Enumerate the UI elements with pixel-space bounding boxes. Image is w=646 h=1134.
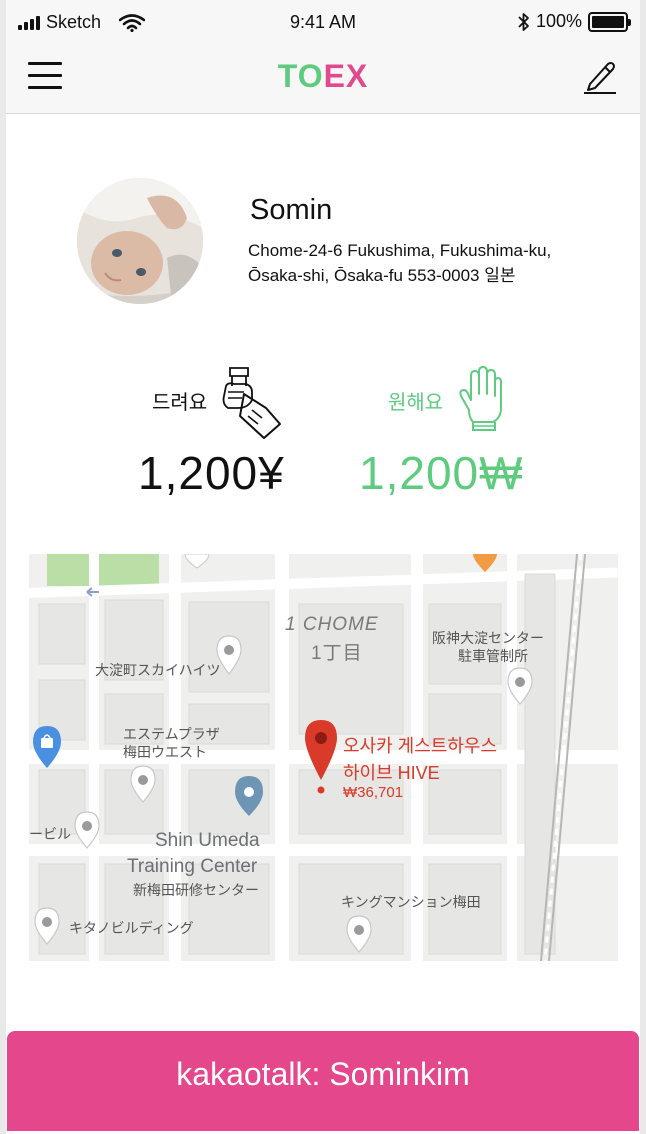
map-label-skyheights: 大淀町スカイハイツ: [95, 662, 221, 678]
map-label-hanshin-2: 駐車管制所: [458, 648, 528, 664]
baby-photo: [77, 178, 203, 304]
open-hand-icon: [459, 366, 502, 431]
status-right: 100%: [518, 11, 631, 32]
map-label-chome-jp: 1丁目: [311, 643, 363, 664]
address-line-2: Ōsaka-shi, Ōsaka-fu 553-0003 일본: [248, 266, 516, 285]
navigation-bar: TOEX: [6, 44, 640, 114]
kakaotalk-contact-button[interactable]: kakaotalk: Sominkim: [7, 1031, 639, 1131]
map-label-shin-umeda-1: Shin Umeda: [155, 830, 260, 851]
location-map[interactable]: 1 CHOME 1丁目 阪神大淀センター 駐車管制所 大淀町スカイハイツ エステ…: [29, 554, 618, 961]
status-bar: Sketch 9:41 AM 100%: [6, 0, 640, 44]
battery-percent: 100%: [535, 11, 582, 31]
logo-to: TO: [277, 58, 324, 94]
profile-address: Chome-24-6 Fukushima, Fukushima-ku, Ōsak…: [248, 238, 618, 288]
map-label-king-mansion: キングマンション梅田: [341, 894, 481, 910]
map-place-price: ₩36,701: [343, 784, 404, 801]
give-amount: 1,200¥: [138, 447, 285, 499]
give-label: 드려요: [152, 392, 208, 414]
map-label-estem-1: エステムプラザ: [123, 726, 220, 742]
map-label-biru: ービル: [29, 826, 71, 842]
map-place-name-2[interactable]: 하이브 HIVE: [343, 759, 440, 785]
pencil-icon[interactable]: [582, 58, 618, 96]
map-label-chome: 1 CHOME: [285, 614, 379, 635]
map-label-shin-umeda-2: Training Center: [127, 856, 258, 877]
want-label: 원해요: [388, 392, 444, 414]
map-label-hanshin-1: 阪神大淀センター: [432, 630, 544, 646]
map-place-name-1[interactable]: 오사카 게스트하우스: [343, 732, 497, 758]
bluetooth-icon: [518, 12, 529, 31]
profile-name: Somin: [250, 194, 333, 226]
battery-icon: [588, 11, 631, 32]
map-label-kitano: キタノビルディング: [69, 920, 194, 936]
address-line-1: Chome-24-6 Fukushima, Fukushima-ku,: [248, 241, 552, 260]
hand-giving-card-icon: [222, 367, 281, 439]
logo-ex: EX: [323, 58, 369, 94]
avatar: [77, 178, 203, 304]
map-label-shin-umeda-jp: 新梅田研修センター: [133, 882, 259, 898]
want-amount: 1,200₩: [359, 447, 524, 499]
app-logo: TOEX: [6, 58, 640, 95]
map-label-estem-2: 梅田ウエスト: [123, 744, 207, 760]
